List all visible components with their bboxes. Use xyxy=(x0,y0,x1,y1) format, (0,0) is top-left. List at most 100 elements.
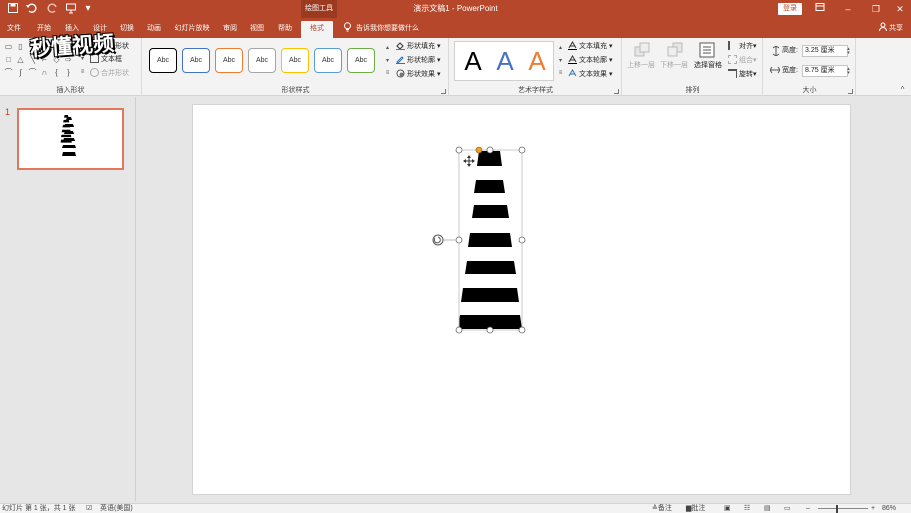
text-fill-button[interactable]: 文本填充 ▾ xyxy=(568,41,612,53)
zoom-slider[interactable] xyxy=(818,508,868,509)
zoom-slider-thumb[interactable] xyxy=(836,505,838,513)
wordart-scroll-up-icon[interactable]: ▴ xyxy=(556,44,565,53)
merge-shapes-button[interactable]: 合并形状 xyxy=(90,68,129,80)
selection-pane-icon[interactable] xyxy=(699,42,715,58)
group-button[interactable]: 组合▾ xyxy=(728,55,757,67)
brace-left-shape-icon[interactable]: { xyxy=(52,68,61,77)
slideshow-view-icon[interactable]: ▭ xyxy=(784,504,791,513)
width-value: 8.75 厘米 xyxy=(805,67,835,74)
collapse-ribbon-icon[interactable]: ^ xyxy=(898,85,907,94)
language-status[interactable]: 英语(美国) xyxy=(100,504,133,513)
status-bar: 幻灯片 第 1 张，共 1 张 ☑ 英语(美国) ≙ 备注 ▆ 批注 ▣ ☷ ▤… xyxy=(0,503,911,513)
zoom-level[interactable]: 86% xyxy=(882,504,896,513)
ribbon-display-options-icon[interactable] xyxy=(806,0,834,18)
textbox-vertical-shape-icon[interactable]: ▯ xyxy=(16,42,25,51)
styles-scroll-down-icon[interactable]: ▾ xyxy=(383,57,392,66)
shape-style-swatch-lightblue[interactable]: Abc xyxy=(314,48,342,73)
width-input[interactable]: 8.75 厘米 xyxy=(802,65,848,77)
slide-thumbnail[interactable] xyxy=(17,108,124,170)
spellcheck-icon[interactable]: ☑ xyxy=(86,504,92,513)
freeform-shape-icon[interactable]: ⌒ xyxy=(4,68,13,77)
notes-label: 备注 xyxy=(657,505,672,512)
save-icon[interactable] xyxy=(6,2,20,16)
tab-file[interactable]: 文件 xyxy=(4,21,24,38)
comments-button[interactable]: ▆ 批注 xyxy=(686,504,705,513)
send-backward-label[interactable]: 下移一层 xyxy=(660,60,688,72)
shape-effects-button[interactable]: 形状效果 ▾ xyxy=(396,69,440,81)
text-outline-button[interactable]: 文本轮廓 ▾ xyxy=(568,55,612,67)
text-outline-label: 文本轮廓 xyxy=(579,57,607,64)
group-shape-styles: Abc Abc Abc Abc Abc Abc Abc ▴ ▾ ≡ 形状填充 ▾ 形状轮廓 … xyxy=(143,38,449,96)
zoom-in-icon[interactable]: + xyxy=(871,504,875,513)
customize-qat-icon[interactable]: ▾ xyxy=(81,2,95,16)
slide-sorter-view-icon[interactable]: ☷ xyxy=(744,504,750,513)
bring-forward-icon[interactable] xyxy=(634,42,650,58)
curve-shape-icon[interactable]: ∩ xyxy=(40,68,49,77)
start-from-beginning-icon[interactable] xyxy=(64,2,78,16)
triangle-shape-icon[interactable]: △ xyxy=(16,55,25,64)
gallery-more-icon[interactable]: ≡ xyxy=(78,68,87,77)
tab-help[interactable]: 帮助 xyxy=(274,21,296,38)
align-button[interactable]: 对齐▾ xyxy=(728,41,757,53)
selection-pane-label[interactable]: 选择窗格 xyxy=(694,60,722,72)
size-launcher-icon[interactable] xyxy=(848,89,853,94)
styles-more-icon[interactable]: ≡ xyxy=(383,69,392,78)
adjustment-handle[interactable] xyxy=(475,146,483,154)
wordart-styles-launcher-icon[interactable] xyxy=(614,89,619,94)
person-icon xyxy=(879,22,887,32)
shape-style-swatch-blue[interactable]: Abc xyxy=(182,48,210,73)
bring-forward-label[interactable]: 上移一层 xyxy=(627,60,655,72)
wordart-sample-black[interactable]: A xyxy=(458,44,488,78)
reading-view-icon[interactable]: ▤ xyxy=(764,504,771,513)
shape-style-swatch-gold[interactable]: Abc xyxy=(281,48,309,73)
tab-animations[interactable]: 动画 xyxy=(143,21,165,38)
shape-style-swatch-orange[interactable]: Abc xyxy=(215,48,243,73)
shape-styles-launcher-icon[interactable] xyxy=(441,89,446,94)
arc-shape-icon[interactable]: ⌒ xyxy=(28,68,37,77)
tab-format[interactable]: 格式 xyxy=(301,21,333,38)
rotate-handle-icon[interactable] xyxy=(432,234,456,246)
redo-icon[interactable] xyxy=(46,2,60,16)
share-label: 共享 xyxy=(889,25,903,32)
tell-me-search[interactable]: 告诉我你想要做什么 xyxy=(343,21,419,36)
send-backward-icon[interactable] xyxy=(667,42,683,58)
scribble-shape-icon[interactable]: ∫ xyxy=(16,68,25,77)
tab-view[interactable]: 视图 xyxy=(246,21,268,38)
zoom-out-icon[interactable]: – xyxy=(806,504,810,513)
tab-slide-show[interactable]: 幻灯片放映 xyxy=(171,21,213,38)
normal-view-icon[interactable]: ▣ xyxy=(724,504,731,513)
width-icon xyxy=(770,66,780,74)
pencil-icon xyxy=(396,56,405,64)
height-input[interactable]: 3.25 厘米 xyxy=(802,45,848,57)
text-effects-button[interactable]: 文本效果 ▾ xyxy=(568,69,612,81)
selected-shape[interactable] xyxy=(193,105,852,496)
slide-canvas[interactable] xyxy=(192,104,851,495)
styles-scroll-up-icon[interactable]: ▴ xyxy=(383,44,392,53)
tab-transitions[interactable]: 切换 xyxy=(116,21,138,38)
rotate-button[interactable]: 旋转▾ xyxy=(728,69,757,81)
wordart-sample-orange[interactable]: A xyxy=(522,44,552,78)
height-spinner-icon[interactable]: ▴ ▾ xyxy=(844,47,853,56)
minimize-icon[interactable]: – xyxy=(834,0,862,18)
shape-style-swatch-green[interactable]: Abc xyxy=(347,48,375,73)
shape-style-swatch-gray[interactable]: Abc xyxy=(248,48,276,73)
close-icon[interactable]: ✕ xyxy=(886,0,911,18)
height-icon xyxy=(772,46,780,56)
wordart-scroll-down-icon[interactable]: ▾ xyxy=(556,57,565,66)
title-bar: ▾ 绘图工具 演示文稿1 - PowerPoint 登录 – ❐ ✕ xyxy=(0,0,911,18)
striped-trapezoid-shape[interactable] xyxy=(458,151,522,329)
share-button[interactable]: 共享 xyxy=(879,21,903,36)
undo-icon[interactable] xyxy=(24,2,38,16)
notes-button[interactable]: ≙ 备注 xyxy=(652,504,672,513)
shape-outline-button[interactable]: 形状轮廓 ▾ xyxy=(396,55,440,67)
wordart-sample-blue[interactable]: A xyxy=(490,44,520,78)
brace-right-shape-icon[interactable]: } xyxy=(64,68,73,77)
tab-review[interactable]: 审阅 xyxy=(219,21,241,38)
rectangle-shape-icon[interactable]: □ xyxy=(4,55,13,64)
login-button[interactable]: 登录 xyxy=(778,3,802,15)
textbox-shape-icon[interactable]: ▭ xyxy=(4,42,13,51)
wordart-more-icon[interactable]: ≡ xyxy=(556,69,565,78)
shape-style-swatch-black[interactable]: Abc xyxy=(149,48,177,73)
shape-fill-button[interactable]: 形状填充 ▾ xyxy=(396,41,440,53)
width-spinner-icon[interactable]: ▴ ▾ xyxy=(844,67,853,76)
